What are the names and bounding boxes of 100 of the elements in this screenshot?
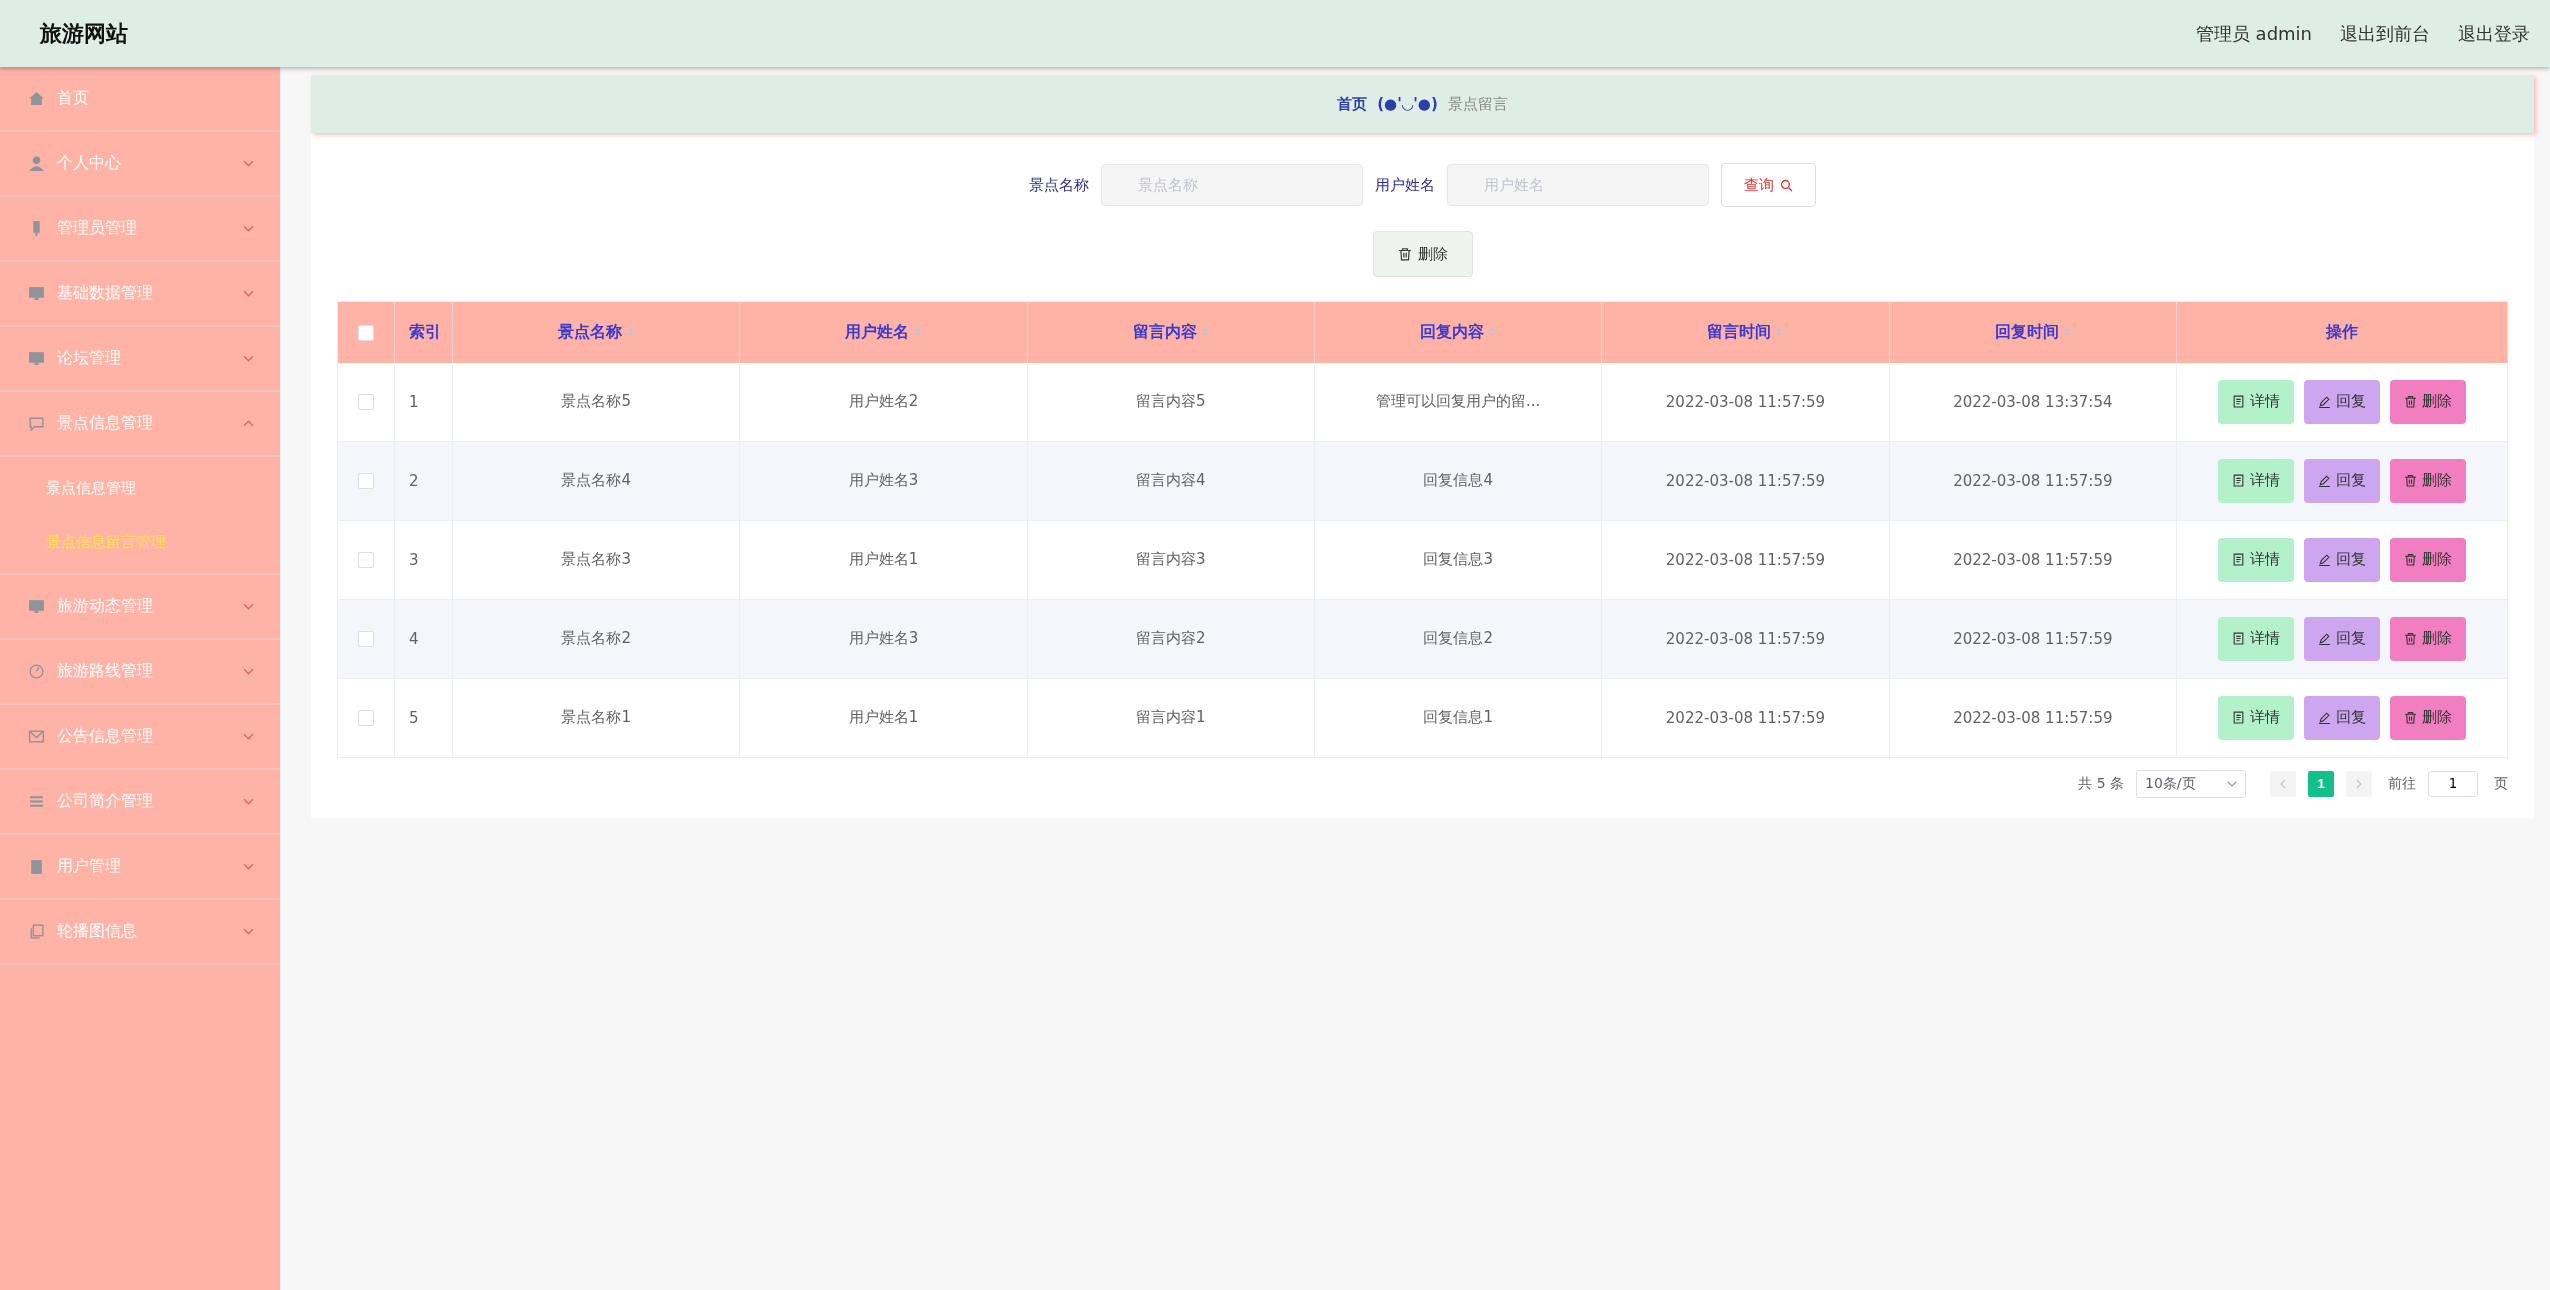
chevron-down-icon	[243, 160, 254, 167]
row-checkbox[interactable]	[358, 394, 374, 410]
trash-icon	[2404, 553, 2417, 566]
reply-button[interactable]: 回复	[2304, 695, 2380, 740]
monitor-icon	[28, 598, 45, 615]
trash-icon	[2404, 632, 2417, 645]
table-cell: 1	[409, 392, 419, 411]
sort-icon	[1775, 326, 1784, 339]
user-icon	[28, 155, 45, 172]
table-cell: 景点名称2	[561, 629, 631, 647]
detail-button[interactable]: 详情	[2218, 616, 2294, 661]
pencil-icon	[2318, 553, 2331, 566]
select-all-checkbox[interactable]	[358, 325, 374, 342]
field-label: 景点名称	[1029, 175, 1089, 195]
search-button[interactable]: 查询	[1721, 163, 1816, 207]
home-icon	[28, 90, 45, 107]
chevron-down-icon	[243, 798, 254, 805]
delete-button[interactable]: 删除	[1372, 231, 1473, 277]
gauge-icon	[28, 663, 45, 680]
detail-button[interactable]: 详情	[2218, 537, 2294, 582]
table-cell: 用户姓名2	[848, 392, 919, 410]
row-checkbox[interactable]	[358, 710, 374, 726]
table-cell: 用户姓名3	[848, 629, 919, 647]
page-input[interactable]: 1	[2428, 770, 2478, 797]
column-header: 用户姓名	[739, 301, 1028, 363]
chevron-down-icon	[243, 290, 254, 297]
trash-icon	[2404, 474, 2417, 487]
table-cell: 2022-03-08 11:57:59	[1953, 550, 2113, 569]
table-cell: 2022-03-08 11:57:59	[1665, 708, 1826, 727]
table-cell: 景点名称3	[561, 550, 631, 568]
chevron-down-icon	[243, 733, 254, 740]
search-icon	[1780, 178, 1793, 192]
delete-button[interactable]: 删除	[2390, 458, 2466, 503]
sort-icon	[1200, 326, 1209, 339]
delete-button[interactable]: 删除	[2390, 537, 2466, 582]
previous-page-button[interactable]	[2270, 770, 2296, 797]
chevron-right-icon	[2356, 778, 2362, 789]
total-count: 共 5 条	[2078, 774, 2124, 793]
detail-button[interactable]: 详情	[2218, 695, 2294, 740]
chevron-down-icon	[243, 928, 254, 935]
sort-icon	[2062, 326, 2071, 339]
header-link[interactable]: 退出登录	[2458, 21, 2530, 46]
reply-button[interactable]: 回复	[2304, 537, 2380, 582]
table-cell: 用户姓名3	[848, 471, 919, 489]
breadcrumb-link[interactable]: 首页	[1337, 94, 1368, 114]
chevron-down-icon	[243, 603, 254, 610]
delete-button[interactable]: 删除	[2390, 616, 2466, 661]
table-cell: 留言内容5	[1136, 392, 1206, 410]
reply-button[interactable]: 回复	[2304, 616, 2380, 661]
detail-button[interactable]: 详情	[2218, 458, 2294, 503]
sort-icon	[626, 326, 635, 339]
delete-button[interactable]: 删除	[2390, 695, 2466, 740]
sort-icon	[1488, 326, 1497, 339]
document-icon	[2232, 553, 2245, 566]
delete-button[interactable]: 删除	[2390, 379, 2466, 424]
table-cell: 景点名称1	[561, 708, 631, 726]
table-cell: 2	[409, 471, 419, 490]
document-icon	[2232, 474, 2245, 487]
breadcrumb-current: 景点留言	[1447, 94, 1508, 114]
row-checkbox[interactable]	[358, 552, 374, 568]
table-cell: 留言内容4	[1136, 471, 1206, 489]
page-size-select[interactable]: 10条/页	[2136, 769, 2246, 798]
chevron-down-icon	[243, 355, 254, 362]
table-cell: 用户姓名1	[848, 550, 919, 568]
chevron-left-icon	[2280, 778, 2286, 789]
document-icon	[2232, 711, 2245, 724]
copy-icon	[28, 923, 45, 940]
table-cell: 4	[409, 629, 419, 648]
reply-button[interactable]: 回复	[2304, 379, 2380, 424]
chevron-down-icon	[243, 668, 254, 675]
table-cell: 回复信息1	[1423, 708, 1493, 726]
sort-icon	[913, 326, 922, 339]
table-cell: 2022-03-08 11:57:59	[1953, 708, 2113, 727]
document-icon	[2232, 395, 2245, 408]
table-cell: 2022-03-08 11:57:59	[1953, 629, 2113, 648]
detail-button[interactable]: 详情	[2218, 379, 2294, 424]
table-cell: 2022-03-08 11:57:59	[1665, 392, 1826, 411]
goto-label: 前往	[2388, 774, 2416, 793]
next-page-button[interactable]	[2346, 770, 2372, 797]
row-checkbox[interactable]	[358, 631, 374, 647]
monitor-icon	[28, 350, 45, 367]
trash-icon	[2404, 395, 2417, 408]
list-icon	[28, 793, 45, 810]
header-link[interactable]: 退出到前台	[2340, 21, 2430, 46]
table-cell: 2022-03-08 11:57:59	[1665, 550, 1826, 569]
column-header: 回复内容	[1314, 301, 1602, 363]
pencil-icon	[2318, 632, 2331, 645]
column-header: 留言内容	[1027, 301, 1315, 363]
trash-icon	[1397, 247, 1412, 261]
column-header: 回复时间	[1889, 301, 2177, 363]
row-checkbox[interactable]	[358, 473, 374, 489]
breadcrumb-separator: (●'◡'●)	[1377, 95, 1438, 113]
table-cell: 2022-03-08 11:57:59	[1665, 629, 1826, 648]
reply-button[interactable]: 回复	[2304, 458, 2380, 503]
table-cell: 用户姓名1	[848, 708, 919, 726]
table-cell: 2022-03-08 11:57:59	[1665, 471, 1826, 490]
table-cell: 管理可以回复用户的留...	[1376, 392, 1541, 410]
table-cell: 3	[409, 550, 419, 569]
field-label: 用户姓名	[1375, 175, 1435, 195]
table-cell: 回复信息4	[1423, 471, 1493, 489]
